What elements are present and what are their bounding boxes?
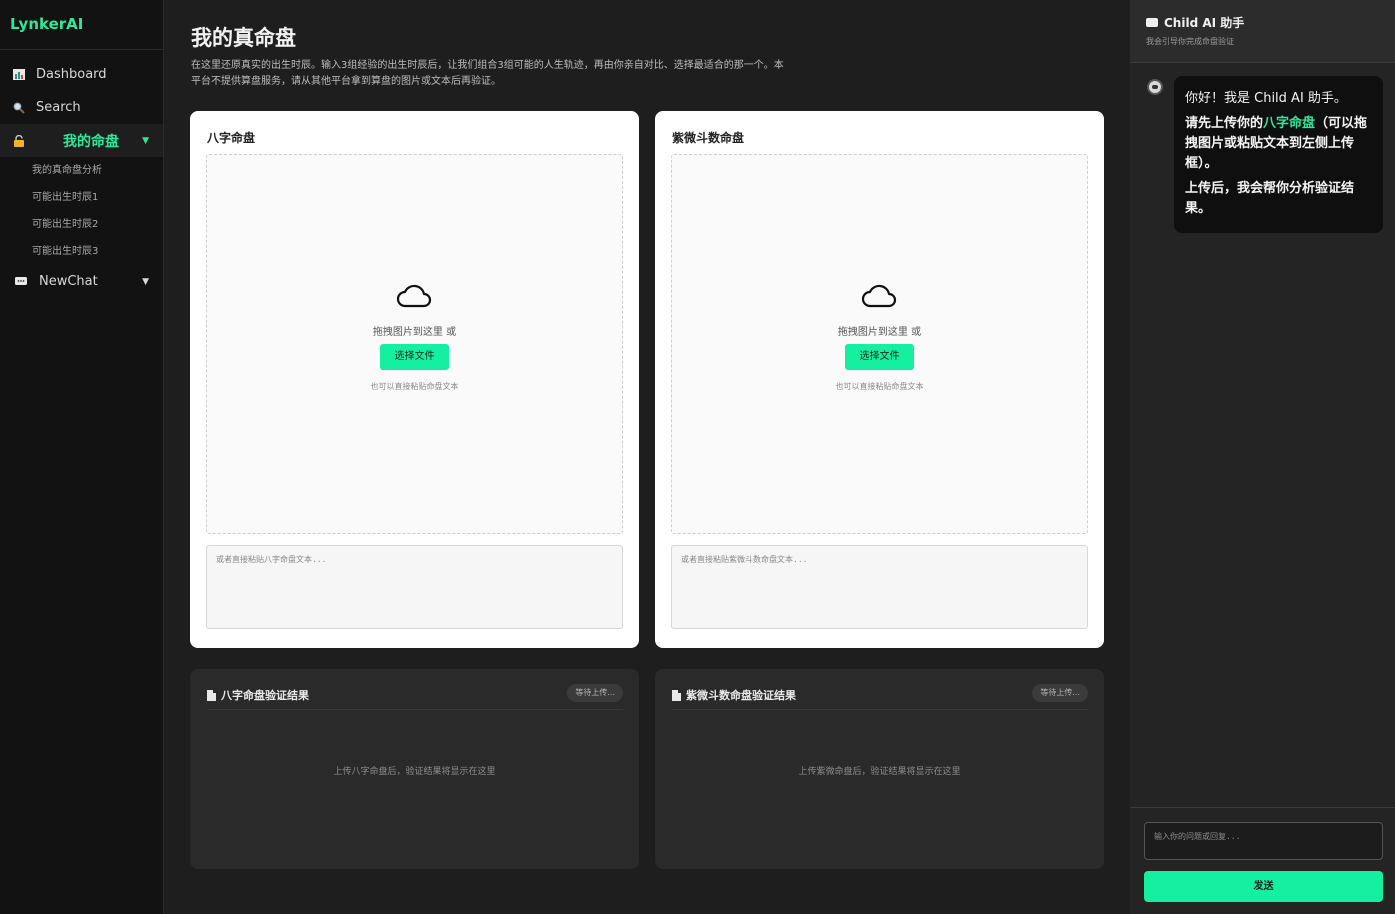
document-icon [672, 689, 681, 701]
page-title: 我的真命盘 [191, 26, 296, 50]
drop-hint: 也可以直接粘贴命盘文本 [835, 382, 924, 391]
chevron-down-icon: ▼ [142, 135, 149, 146]
chat-title-wrap: Child AI 助手 [1146, 14, 1395, 31]
main-content: 我的真命盘 在这里还原真实的出生时辰。输入3组经验的出生时辰后，让我们组合3组可… [164, 0, 1130, 914]
message-text: 请先上传你的 [1185, 116, 1264, 131]
bazi-result-panel: 八字命盘验证结果 等待上传... 上传八字命盘后，验证结果将显示在这里 [190, 669, 639, 869]
lock-icon [12, 134, 26, 148]
ziwei-result-panel: 紫微斗数命盘验证结果 等待上传... 上传紫微命盘后，验证结果将显示在这里 [655, 669, 1104, 869]
chat-footer: 发送 [1130, 807, 1395, 914]
magnifier-icon [12, 101, 26, 115]
cloud-icon [396, 284, 432, 308]
result-empty-text: 上传紫微命盘后，验证结果将显示在这里 [798, 767, 961, 777]
chat-title: Child AI 助手 [1164, 16, 1245, 30]
choose-file-button[interactable]: 选择文件 [845, 344, 914, 370]
sidebar-item-label: 我的命盘 [63, 133, 119, 150]
document-icon [207, 689, 216, 701]
highlight-text: 八字命盘 [1263, 116, 1316, 131]
message-line: 请先上传你的八字命盘（可以拖拽图片或粘贴文本到左侧上传框）。 [1185, 114, 1373, 174]
sidebar-item-label: Search [36, 100, 81, 115]
result-title-wrap: 紫微斗数命盘验证结果 [672, 687, 796, 703]
card-title: 八字命盘 [207, 131, 256, 145]
page-description: 在这里还原真实的出生时辰。输入3组经验的出生时辰后，让我们组合3组可能的人生轨迹… [191, 60, 784, 87]
sidebar: LynkerAI Dashboard Search 我的命盘 ▼ 我的真命盘分析… [0, 0, 164, 914]
bar-chart-icon [12, 68, 26, 82]
chat-header: Child AI 助手 我会引导你完成命盘验证 [1130, 0, 1395, 63]
chat-input[interactable] [1144, 822, 1383, 860]
bazi-paste-textarea[interactable] [206, 545, 623, 629]
sidebar-item-my-chart[interactable]: 我的命盘 ▼ [0, 124, 163, 157]
sidebar-subitem-time-1[interactable]: 可能出生时辰1 [0, 184, 163, 211]
chat-bubble-icon [1146, 18, 1158, 27]
brand-logo[interactable]: LynkerAI [0, 0, 163, 50]
chevron-down-icon: ▼ [142, 276, 149, 287]
sidebar-subitem-time-2[interactable]: 可能出生时辰2 [0, 211, 163, 238]
sidebar-nav: Dashboard Search 我的命盘 ▼ 我的真命盘分析 可能出生时辰1 … [0, 50, 163, 298]
choose-file-button[interactable]: 选择文件 [380, 344, 449, 370]
card-title: 紫微斗数命盘 [672, 131, 745, 145]
ziwei-paste-textarea[interactable] [671, 545, 1088, 629]
status-badge: 等待上传... [567, 684, 623, 702]
ziwei-upload-card: 紫微斗数命盘 拖拽图片到这里 或 选择文件 也可以直接粘贴命盘文本 [655, 111, 1104, 648]
chat-panel: Child AI 助手 我会引导你完成命盘验证 你好！我是 Child AI 助… [1130, 0, 1395, 914]
drop-text: 拖拽图片到这里 或 [837, 327, 922, 338]
sidebar-subitem-time-3[interactable]: 可能出生时辰3 [0, 238, 163, 265]
cloud-icon [861, 284, 897, 308]
ziwei-dropzone[interactable]: 拖拽图片到这里 或 选择文件 也可以直接粘贴命盘文本 [671, 154, 1088, 534]
assistant-message: 你好！我是 Child AI 助手。 请先上传你的八字命盘（可以拖拽图片或粘贴文… [1174, 76, 1383, 233]
assistant-avatar [1147, 79, 1163, 95]
drop-hint: 也可以直接粘贴命盘文本 [370, 382, 459, 391]
sidebar-item-label: NewChat [39, 274, 98, 289]
chat-subtitle: 我会引导你完成命盘验证 [1146, 37, 1234, 46]
drop-text: 拖拽图片到这里 或 [372, 327, 457, 338]
result-empty-text: 上传八字命盘后，验证结果将显示在这里 [333, 767, 496, 777]
result-header: 紫微斗数命盘验证结果 等待上传... [672, 684, 1088, 710]
result-header: 八字命盘验证结果 等待上传... [207, 684, 623, 710]
message-line: 你好！我是 Child AI 助手。 [1185, 91, 1347, 106]
bazi-upload-card: 八字命盘 拖拽图片到这里 或 选择文件 也可以直接粘贴命盘文本 [190, 111, 639, 648]
sidebar-item-label: Dashboard [36, 67, 107, 82]
sidebar-subitem-analysis[interactable]: 我的真命盘分析 [0, 157, 163, 184]
send-button[interactable]: 发送 [1144, 871, 1383, 902]
sidebar-item-dashboard[interactable]: Dashboard [0, 58, 163, 91]
result-title-wrap: 八字命盘验证结果 [207, 687, 309, 703]
result-title: 八字命盘验证结果 [221, 689, 309, 702]
sidebar-item-newchat[interactable]: NewChat ▼ [0, 265, 163, 298]
sidebar-item-search[interactable]: Search [0, 91, 163, 124]
chat-bubble-icon [14, 275, 28, 289]
status-badge: 等待上传... [1032, 684, 1088, 702]
result-title: 紫微斗数命盘验证结果 [686, 689, 796, 702]
bazi-dropzone[interactable]: 拖拽图片到这里 或 选择文件 也可以直接粘贴命盘文本 [206, 154, 623, 534]
message-line: 上传后，我会帮你分析验证结果。 [1185, 181, 1355, 216]
